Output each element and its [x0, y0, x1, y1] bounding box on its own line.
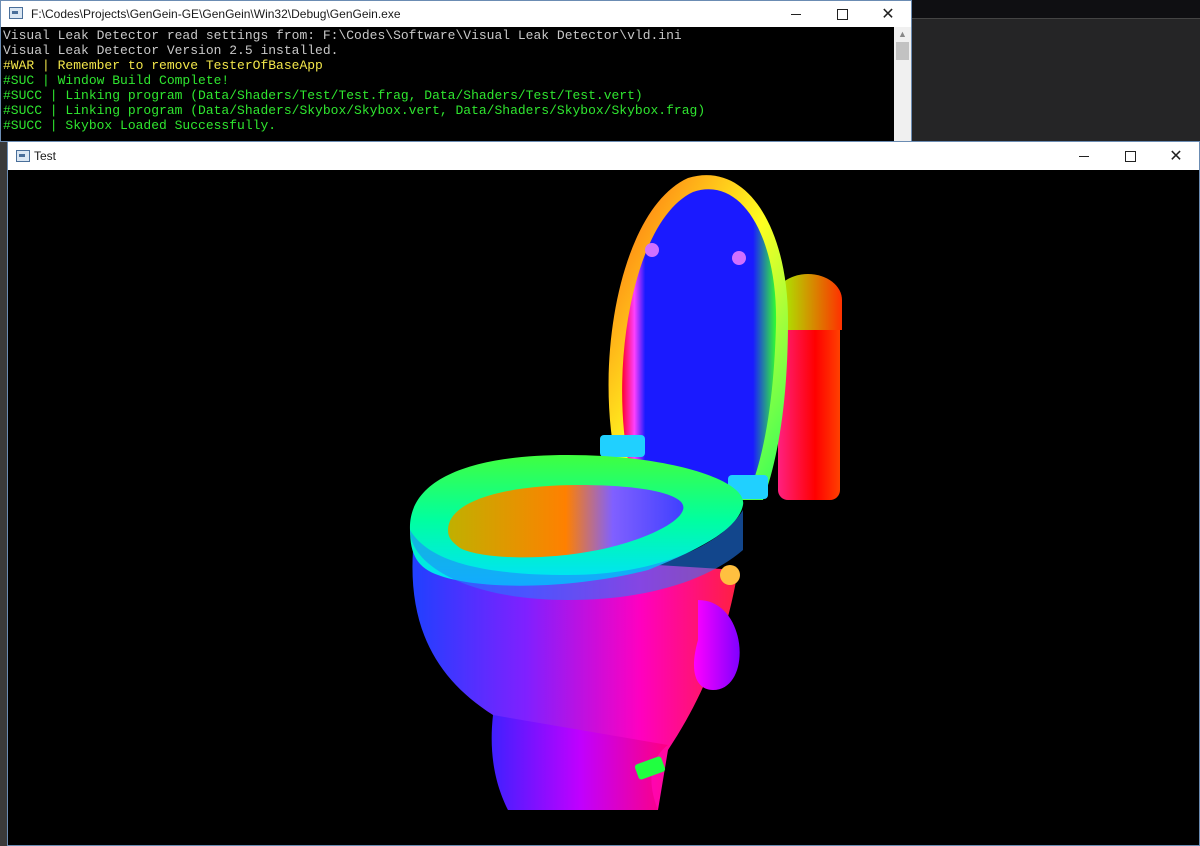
maximize-icon: [1124, 150, 1136, 162]
render-title: Test: [34, 149, 57, 163]
console-title: F:\Codes\Projects\GenGein-GE\GenGein\Win…: [31, 7, 401, 21]
console-titlebar[interactable]: F:\Codes\Projects\GenGein-GE\GenGein\Win…: [1, 1, 911, 27]
render-close-button[interactable]: ✕: [1153, 142, 1199, 170]
opengl-viewport[interactable]: [8, 170, 1199, 845]
maximize-icon: [836, 8, 848, 20]
render-maximize-button[interactable]: [1107, 142, 1153, 170]
scrollbar-thumb[interactable]: [896, 42, 909, 60]
maximize-button[interactable]: [819, 1, 865, 27]
render-window[interactable]: Test ✕: [7, 141, 1200, 846]
render-app-icon[interactable]: [16, 150, 30, 162]
console-line: #SUCC | Linking program (Data/Shaders/Te…: [3, 88, 643, 103]
console-line: #SUCC | Linking program (Data/Shaders/Sk…: [3, 103, 706, 118]
minimize-button[interactable]: [773, 1, 819, 27]
close-button[interactable]: ✕: [865, 1, 911, 27]
console-line: #WAR | Remember to remove TesterOfBaseAp…: [3, 58, 323, 73]
render-titlebar[interactable]: Test ✕: [8, 142, 1199, 170]
console-window[interactable]: F:\Codes\Projects\GenGein-GE\GenGein\Win…: [0, 0, 912, 142]
minimize-icon: [1079, 155, 1089, 157]
console-output[interactable]: Visual Leak Detector read settings from:…: [3, 28, 893, 141]
console-line: Visual Leak Detector Version 2.5 install…: [3, 43, 339, 58]
close-icon: ✕: [1169, 148, 1183, 165]
close-icon: ✕: [881, 6, 895, 23]
console-line: #SUC | Window Build Complete!: [3, 73, 230, 88]
console-line: #SUCC | Skybox Loaded Successfully.: [3, 118, 277, 133]
background-window-strip: [912, 0, 1200, 19]
render-minimize-button[interactable]: [1061, 142, 1107, 170]
console-line: Visual Leak Detector read settings from:…: [3, 28, 682, 43]
console-app-icon[interactable]: [9, 7, 23, 19]
scroll-up-arrow-icon[interactable]: ▲: [894, 27, 911, 41]
minimize-icon: [791, 13, 801, 15]
toilet-model-render: [409, 175, 842, 810]
console-scrollbar[interactable]: ▲: [894, 27, 911, 141]
